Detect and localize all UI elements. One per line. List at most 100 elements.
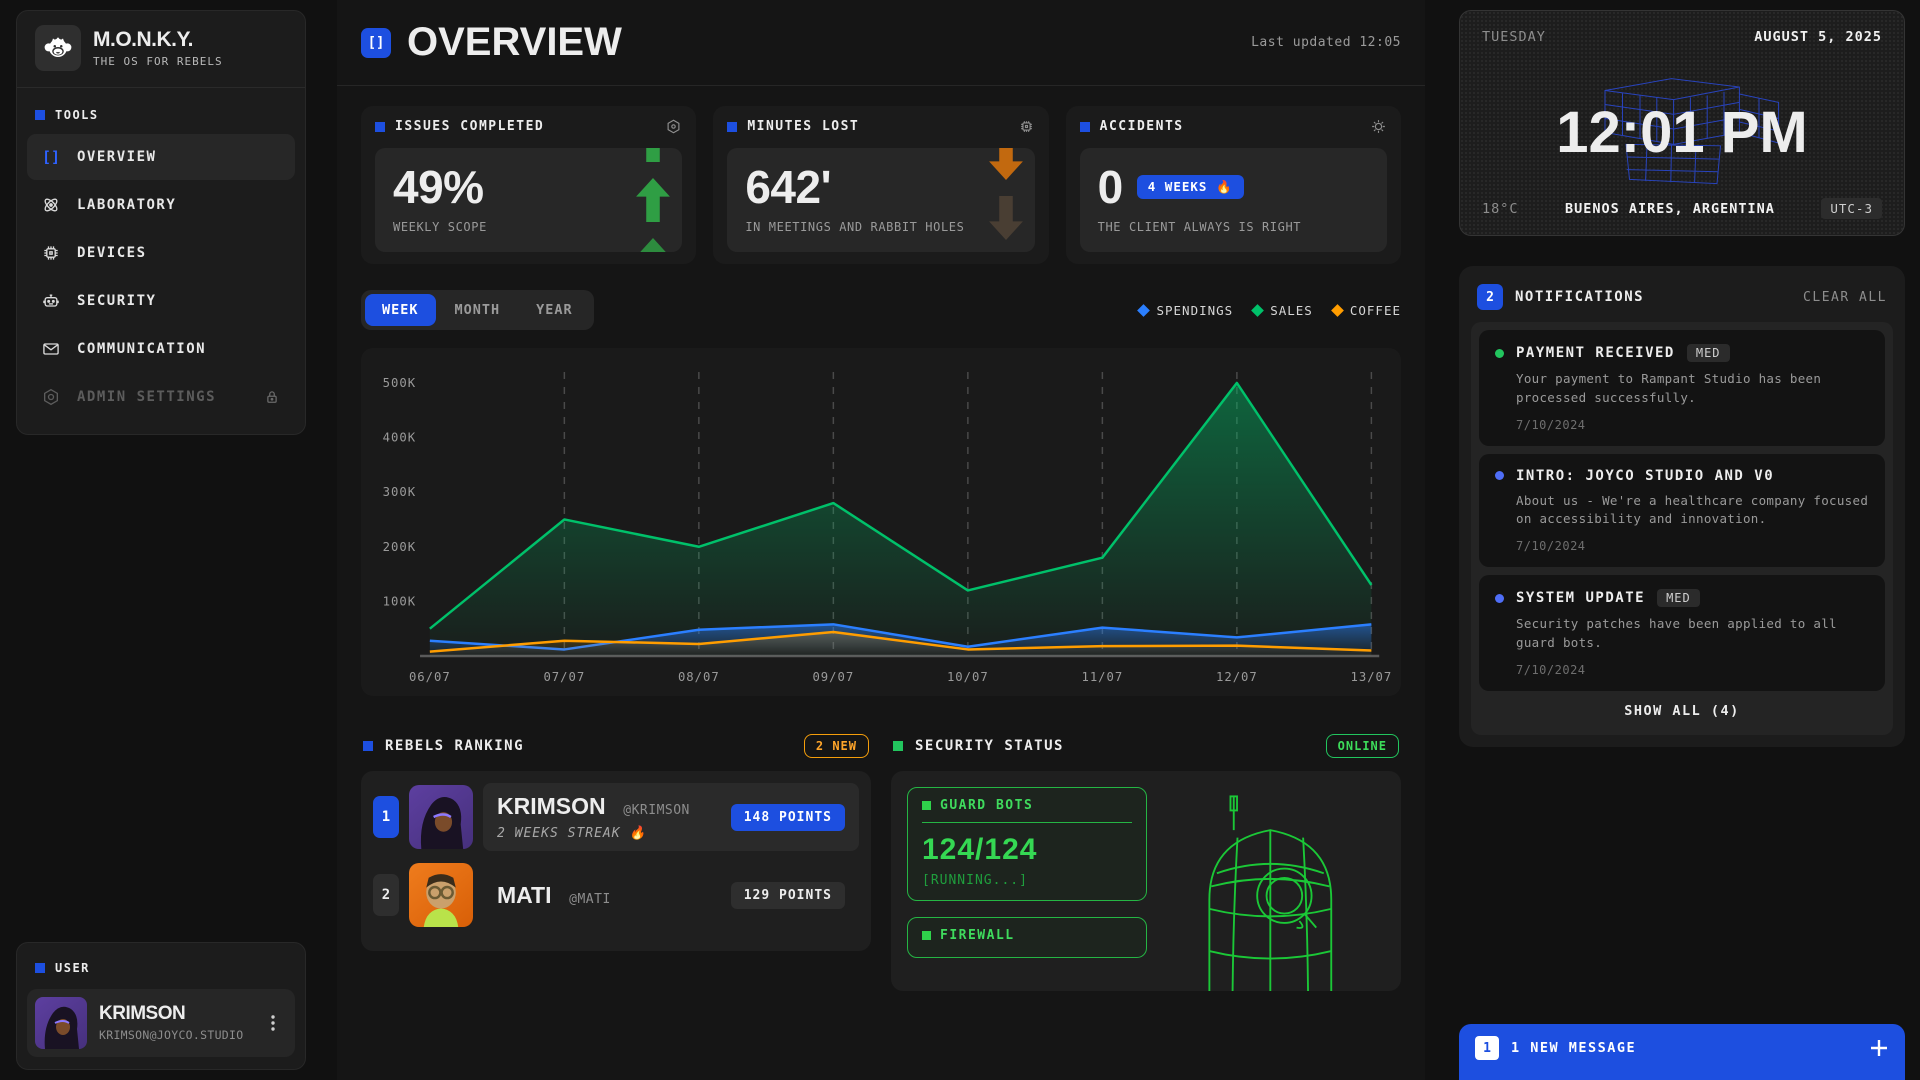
ranking-list: 1 KRIMSON @KRIMSON: [361, 771, 871, 951]
green-square-bullet: [922, 801, 931, 810]
tab-year[interactable]: YEAR: [519, 294, 590, 326]
points-badge: 129 POINTS: [731, 882, 845, 909]
rebel-handle: @MATI: [569, 892, 611, 907]
plus-icon[interactable]: [1869, 1038, 1889, 1058]
new-count-badge: 2 NEW: [804, 734, 869, 758]
notification-date: 7/10/2024: [1516, 539, 1869, 553]
svg-text:100K: 100K: [383, 594, 416, 608]
lock-icon: [263, 388, 281, 406]
chart-legend: SPENDINGS SALES COFFEE: [1139, 303, 1401, 318]
sidebar-item-admin-settings[interactable]: ADMIN SETTINGS: [27, 374, 295, 420]
streak-line: 2 WEEKS STREAK 🔥: [497, 826, 690, 841]
blue-square-bullet: [35, 963, 45, 973]
sidebar-item-communication[interactable]: COMMUNICATION: [27, 326, 295, 372]
accidents-label: THE CLIENT ALWAYS IS RIGHT: [1098, 220, 1369, 234]
hex-nut-settings-icon[interactable]: [665, 118, 682, 135]
user-row: KRIMSON KRIMSON@JOYCO.STUDIO: [27, 989, 295, 1057]
trend-up-arrows-icon: [636, 148, 670, 252]
chip-settings-icon[interactable]: [1018, 118, 1035, 135]
security-header: SECURITY STATUS ONLINE: [891, 734, 1401, 758]
notifications-count-badge: 2: [1477, 284, 1503, 310]
firewall-box: FIREWALL: [907, 917, 1147, 958]
bottom-row: REBELS RANKING 2 NEW 1: [361, 734, 1401, 991]
notification-payment-received[interactable]: PAYMENT RECEIVED MED Your payment to Ram…: [1479, 330, 1885, 446]
notification-body: Your payment to Rampant Studio has been …: [1516, 370, 1869, 408]
sidebar-user-card: USER KRIMSON KRIMSON@JOYCO.STUDIO: [16, 942, 306, 1070]
tools-section-label: TOOLS: [27, 94, 295, 134]
gear-settings-icon[interactable]: [1370, 118, 1387, 135]
location: BUENOS AIRES, ARGENTINA: [1519, 201, 1822, 217]
clock-bottom-row: 18°C BUENOS AIRES, ARGENTINA UTC-3: [1482, 198, 1882, 219]
robot-icon: [41, 291, 61, 311]
svg-text:10/07: 10/07: [947, 670, 989, 684]
clock-card: TUESDAY AUGUST 5, 2025 12:01 PM 18°C BUE…: [1459, 10, 1905, 236]
svg-text:11/07: 11/07: [1081, 670, 1123, 684]
mail-icon: [41, 339, 61, 359]
notification-intro-joyco[interactable]: INTRO: JOYCO STUDIO AND V0 About us - We…: [1479, 454, 1885, 568]
notifications-header: 2 NOTIFICATIONS CLEAR ALL: [1471, 278, 1893, 322]
page-title: OVERVIEW: [407, 20, 622, 65]
security-status-section: SECURITY STATUS ONLINE GUARD BOTS 124/12…: [891, 734, 1401, 991]
timezone-badge: UTC-3: [1821, 198, 1882, 219]
message-label: 1 NEW MESSAGE: [1511, 1040, 1636, 1056]
chart-toolbar: WEEK MONTH YEAR SPENDINGS SALES COFFEE: [361, 290, 1401, 330]
tab-month[interactable]: MONTH: [438, 294, 518, 326]
sidebar-item-laboratory[interactable]: LABORATORY: [27, 182, 295, 228]
tab-week[interactable]: WEEK: [365, 294, 436, 326]
brackets-icon: []: [41, 147, 61, 167]
ranking-row-1[interactable]: 1 KRIMSON @KRIMSON: [373, 783, 859, 851]
priority-badge: MED: [1657, 589, 1700, 607]
guard-bots-box: GUARD BOTS 124/124 [RUNNING...]: [907, 787, 1147, 901]
new-message-bar[interactable]: 1 1 NEW MESSAGE: [1459, 1024, 1905, 1080]
user-menu-kebab-icon[interactable]: [259, 1008, 287, 1038]
notification-date: 7/10/2024: [1516, 418, 1869, 432]
notification-system-update[interactable]: SYSTEM UPDATE MED Security patches have …: [1479, 575, 1885, 691]
sidebar-item-security[interactable]: SECURITY: [27, 278, 295, 324]
chip-icon: [41, 243, 61, 263]
notifications-panel: 2 NOTIFICATIONS CLEAR ALL PAYMENT RECEIV…: [1459, 266, 1905, 747]
show-all-button[interactable]: SHOW ALL (4): [1479, 691, 1885, 727]
issues-value: 49%: [393, 164, 664, 210]
ranking-name-block: MATI @MATI: [497, 882, 611, 909]
green-square-bullet: [922, 931, 931, 940]
notifications-list: PAYMENT RECEIVED MED Your payment to Ram…: [1471, 322, 1893, 735]
temperature: 18°C: [1482, 201, 1519, 217]
weekday: TUESDAY: [1482, 29, 1546, 45]
stat-header: ISSUES COMPLETED: [375, 118, 682, 135]
svg-text:13/07: 13/07: [1350, 670, 1391, 684]
user-email: KRIMSON@JOYCO.STUDIO: [99, 1028, 243, 1042]
chart-card: 100K200K300K400K500K06/0707/0708/0709/07…: [361, 348, 1401, 696]
rebels-ranking-section: REBELS RANKING 2 NEW 1: [361, 734, 871, 991]
svg-text:06/07: 06/07: [409, 670, 451, 684]
clear-all-button[interactable]: CLEAR ALL: [1803, 290, 1887, 305]
accidents-value-row: 0 4 WEEKS 🔥: [1098, 164, 1369, 210]
accidents-value: 0: [1098, 164, 1123, 210]
rank-badge: 2: [373, 874, 399, 916]
diamond-icon: [1251, 304, 1264, 317]
notification-body: About us - We're a healthcare company fo…: [1516, 492, 1869, 530]
name-line: KRIMSON @KRIMSON: [497, 793, 690, 820]
svg-text:500K: 500K: [383, 376, 416, 390]
blue-square-bullet: [363, 741, 373, 751]
status-dot: [1495, 594, 1504, 603]
ranking-row-2[interactable]: 2 MATI: [373, 863, 859, 927]
notification-title-row: PAYMENT RECEIVED MED: [1495, 344, 1869, 362]
user-section-label: USER: [27, 947, 295, 987]
svg-text:12/07: 12/07: [1216, 670, 1258, 684]
app-title: M.O.N.K.Y.: [93, 28, 223, 51]
atom-icon: [41, 195, 61, 215]
streak-badge: 4 WEEKS 🔥: [1137, 175, 1244, 199]
blue-square-bullet: [375, 122, 385, 132]
logo-row: M.O.N.K.Y. THE OS FOR REBELS: [17, 11, 305, 88]
stats-row: ISSUES COMPLETED 49% WEEKLY SCOPE: [361, 106, 1401, 264]
svg-text:07/07: 07/07: [543, 670, 585, 684]
sidebar-item-overview[interactable]: [] OVERVIEW: [27, 134, 295, 180]
stat-card-issues: ISSUES COMPLETED 49% WEEKLY SCOPE: [361, 106, 696, 264]
issues-label: WEEKLY SCOPE: [393, 220, 664, 234]
security-boxes: GUARD BOTS 124/124 [RUNNING...] FIREWALL: [907, 787, 1147, 975]
sidebar-item-devices[interactable]: DEVICES: [27, 230, 295, 276]
svg-text:200K: 200K: [383, 540, 416, 554]
status-dot: [1495, 349, 1504, 358]
legend-spendings: SPENDINGS: [1139, 303, 1233, 318]
guard-bots-header: GUARD BOTS: [922, 798, 1132, 823]
